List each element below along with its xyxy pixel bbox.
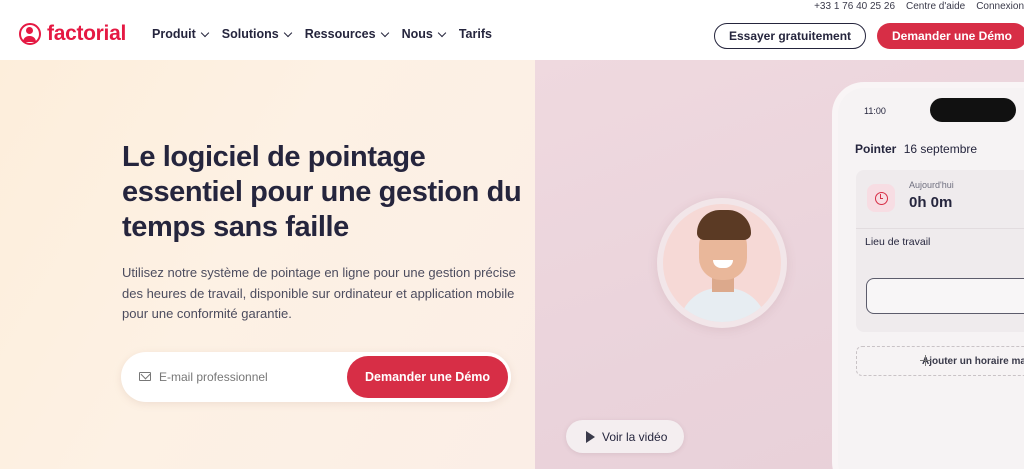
clock-badge [867,184,895,212]
nav-solutions[interactable]: Solutions [221,27,292,41]
help-center-link[interactable]: Centre d'aide [906,1,965,12]
plus-icon [920,355,931,366]
nav-ressources[interactable]: Ressources [304,27,389,41]
video-label: Voir la vidéo [602,429,668,444]
add-schedule-label: Ajouter un horaire ma [922,355,1024,367]
try-free-button[interactable]: Essayer gratuitement [714,23,866,49]
hero-demo-button[interactable]: Demander une Démo [347,356,508,398]
phone-notch [930,98,1016,122]
workplace-label: Lieu de travail [865,236,931,248]
watch-video-button[interactable]: Voir la vidéo [566,420,684,453]
avatar-hair [697,210,751,240]
chevron-down-icon [200,28,209,37]
add-schedule-button[interactable]: Ajouter un horaire ma [856,346,1024,376]
clock-in-date: 16 septembre [903,142,978,156]
hero-subtext: Utilisez notre système de pointage en li… [122,265,516,321]
header-demo-button[interactable]: Demander une Démo [877,23,1024,49]
workplace-select[interactable] [866,278,1024,314]
clock-in-title: Pointer 16 septembre [855,142,977,156]
email-signup-form: Demander une Démo [121,352,511,402]
play-icon [586,430,595,443]
avatar-photo [663,204,781,322]
time-card: Aujourd'hui 0h 0m Lieu de travail [856,170,1024,332]
nav-nous[interactable]: Nous [401,27,447,41]
card-divider [856,228,1024,229]
chevron-down-icon [283,28,292,37]
avatar-shirt [679,288,767,322]
phone-clock: 11:00 [864,106,886,116]
chevron-down-icon [380,28,389,37]
nav-label: Produit [152,27,196,41]
phone-number-link[interactable]: +33 1 76 40 25 26 [814,1,895,12]
nav-label: Solutions [221,27,279,41]
phone-mockup: 11:00 Pointer 16 septembre Aujourd'hui 0… [838,88,1024,469]
today-label: Aujourd'hui [909,180,954,190]
factorial-logo[interactable]: factorial [19,22,126,46]
mail-icon [139,372,151,381]
hours-worked: 0h 0m [909,194,953,211]
clock-icon [874,191,888,205]
login-link[interactable]: Connexion [976,1,1024,12]
main-nav: Produit Solutions Ressources Nous Tarifs [152,27,492,41]
nav-produit[interactable]: Produit [152,27,209,41]
nav-label: Tarifs [458,27,492,41]
utility-bar: +33 1 76 40 25 26 Centre d'aide Connexio… [814,0,1024,12]
logo-person-icon [19,23,41,45]
email-field[interactable] [159,366,339,388]
chevron-down-icon [437,28,447,37]
hero-headline: Le logiciel de pointage essentiel pour u… [122,141,522,243]
main-header: factorial Produit Solutions Ressources N… [0,12,1024,60]
nav-tarifs[interactable]: Tarifs [459,27,492,41]
employee-avatar [657,198,787,328]
clock-in-label: Pointer [855,142,897,156]
logo-text: factorial [47,22,126,45]
nav-label: Ressources [304,27,376,41]
nav-label: Nous [401,27,433,41]
hero-section: Le logiciel de pointage essentiel pour u… [0,60,1024,469]
